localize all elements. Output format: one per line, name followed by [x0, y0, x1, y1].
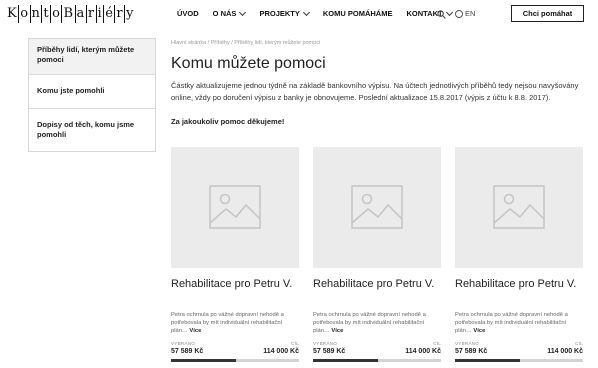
raised-label: VYBRÁNO	[313, 341, 338, 346]
goal-label: CÍL	[575, 341, 583, 346]
card-amounts: 57 589 Kč 114 000 Kč	[455, 348, 583, 355]
card-image-placeholder[interactable]	[313, 147, 441, 268]
card-amounts: 57 589 Kč 114 000 Kč	[171, 348, 299, 355]
intro-text: Částky aktualizujeme jednou týdně na zák…	[171, 81, 579, 102]
card-title[interactable]: Rehabilitace pro Petru V.	[171, 278, 299, 303]
logo-letter: n	[31, 5, 43, 23]
sidebar: Příběhy lidí, kterým můžete pomoci Komu …	[28, 38, 156, 152]
more-link[interactable]: Více	[189, 328, 201, 334]
goal-label: CÍL	[433, 341, 441, 346]
goal-amount: 114 000 Kč	[405, 348, 441, 355]
globe-icon	[455, 9, 463, 18]
chevron-down-icon	[239, 8, 247, 16]
nav-label: ÚVOD	[177, 9, 199, 18]
card-labels: VYBRÁNO CÍL	[313, 341, 441, 346]
logo-letter: t	[43, 5, 52, 23]
sidebar-item-helped[interactable]: Komu jste pomohli	[29, 75, 155, 109]
raised-amount: 57 589 Kč	[455, 348, 488, 355]
nav-label: KOMU POMÁHÁME	[322, 9, 393, 18]
site-logo[interactable]: K o n t o B a r i é r y	[6, 5, 135, 23]
card-description-text: Petra ochrnula po vážné dopravní nehodě …	[171, 312, 284, 334]
logo-letter: r	[87, 5, 97, 23]
language-label: EN	[465, 9, 476, 18]
breadcrumb[interactable]: Hlavní stránka / Příběhy / Příběhy lidí,…	[171, 40, 320, 46]
card-title[interactable]: Rehabilitace pro Petru V.	[455, 278, 583, 303]
card-image-placeholder[interactable]	[171, 147, 299, 268]
want-to-help-button[interactable]: Chci pomáhat	[511, 5, 584, 22]
progress-fill	[171, 359, 236, 362]
logo-letter: y	[126, 6, 134, 21]
logo-letter: o	[52, 5, 63, 23]
progress-bar	[171, 359, 299, 362]
nav-item-o-nas[interactable]: O NÁS	[212, 8, 247, 18]
card-description-text: Petra ochrnula po vážné dopravní nehodě …	[313, 312, 426, 334]
nav-item-uvod[interactable]: ÚVOD	[177, 9, 199, 18]
page-title: Komu můžete pomoci	[171, 55, 326, 72]
logo-letter: B	[63, 5, 76, 23]
language-switch[interactable]: EN	[455, 9, 475, 18]
sidebar-item-letters[interactable]: Dopisy od těch, komu jsme pomohli	[29, 109, 155, 151]
image-placeholder-icon	[493, 185, 545, 229]
logo-letter: K	[7, 5, 20, 23]
card-labels: VYBRÁNO CÍL	[455, 341, 583, 346]
more-link[interactable]: Více	[331, 328, 343, 334]
thanks-text: Za jakoukoliv pomoc děkujeme!	[171, 117, 285, 126]
main-nav: ÚVOD O NÁS PROJEKTY KOMU POMÁHÁME KONTAK…	[177, 8, 466, 18]
search-icon[interactable]	[437, 10, 446, 19]
card-description-text: Petra ochrnula po vážné dopravní nehodě …	[455, 312, 568, 334]
logo-letter: r	[116, 5, 126, 23]
nav-label: PROJEKTY	[259, 9, 300, 18]
image-placeholder-icon	[351, 185, 403, 229]
card-description: Petra ochrnula po vážné dopravní nehodě …	[171, 311, 299, 335]
project-card[interactable]: Rehabilitace pro Petru V. Petra ochrnula…	[171, 147, 299, 362]
chevron-down-icon	[302, 8, 310, 16]
more-link[interactable]: Více	[473, 328, 485, 334]
card-labels: VYBRÁNO CÍL	[171, 341, 299, 346]
project-card[interactable]: Rehabilitace pro Petru V. Petra ochrnula…	[455, 147, 583, 362]
raised-label: VYBRÁNO	[171, 341, 196, 346]
card-amounts: 57 589 Kč 114 000 Kč	[313, 348, 441, 355]
nav-item-komu-pomahame[interactable]: KOMU POMÁHÁME	[323, 9, 393, 18]
card-description: Petra ochrnula po vážné dopravní nehodě …	[313, 311, 441, 335]
progress-bar	[455, 359, 583, 362]
nav-item-projekty[interactable]: PROJEKTY	[259, 8, 310, 18]
goal-amount: 114 000 Kč	[263, 348, 299, 355]
nav-label: O NÁS	[212, 9, 237, 18]
card-image-placeholder[interactable]	[455, 147, 583, 268]
site-header: K o n t o B a r i é r y ÚVOD O NÁS PROJE…	[0, 0, 598, 30]
image-placeholder-icon	[209, 185, 261, 229]
sidebar-item-stories[interactable]: Příběhy lidí, kterým můžete pomoci	[29, 39, 155, 75]
raised-label: VYBRÁNO	[455, 341, 480, 346]
chevron-down-icon	[445, 8, 453, 16]
logo-letter: a	[76, 5, 87, 23]
raised-amount: 57 589 Kč	[313, 348, 346, 355]
goal-amount: 114 000 Kč	[547, 348, 583, 355]
project-card[interactable]: Rehabilitace pro Petru V. Petra ochrnula…	[313, 147, 441, 362]
goal-label: CÍL	[291, 341, 299, 346]
card-description: Petra ochrnula po vážné dopravní nehodě …	[455, 311, 583, 335]
logo-letter: i	[97, 5, 105, 23]
progress-bar	[313, 359, 441, 362]
progress-fill	[313, 359, 378, 362]
card-title[interactable]: Rehabilitace pro Petru V.	[313, 278, 441, 303]
logo-letter: é	[105, 5, 116, 23]
logo-letter: o	[20, 5, 31, 23]
raised-amount: 57 589 Kč	[171, 348, 204, 355]
progress-fill	[455, 359, 520, 362]
